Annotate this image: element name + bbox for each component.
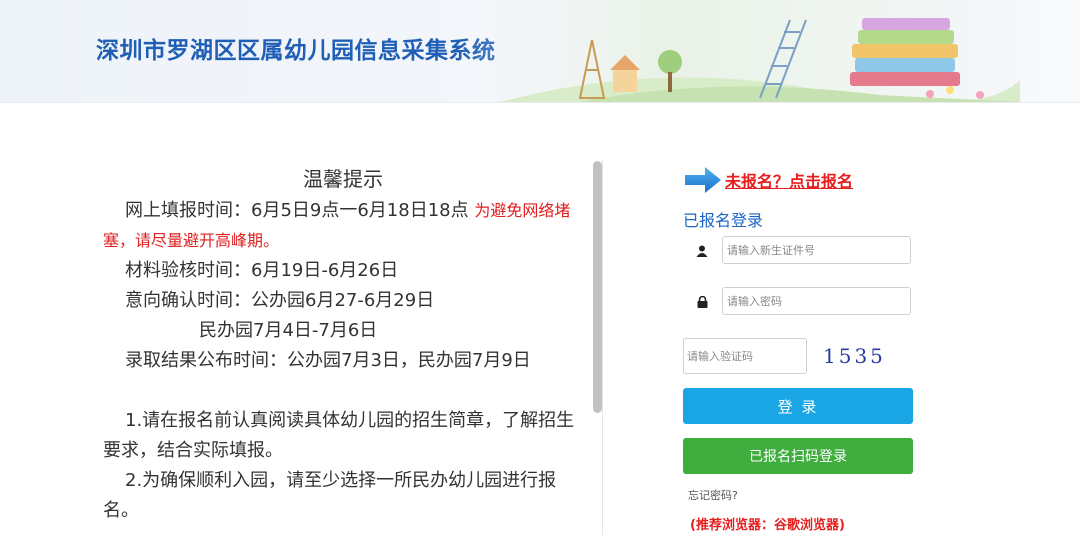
notice-scrollbar[interactable] (593, 161, 602, 413)
banner-illustration (460, 0, 1020, 102)
site-title: 深圳市罗湖区区属幼儿园信息采集系统 (96, 38, 496, 64)
arrow-right-icon (685, 167, 721, 193)
lock-icon (683, 287, 721, 317)
panel-divider (602, 160, 603, 535)
review-time: 材料验核时间：6月19日-6月26日 (125, 260, 399, 281)
qr-login-button[interactable]: 已报名扫码登录 (683, 438, 913, 474)
captcha-input[interactable] (683, 338, 807, 374)
browser-recommendation: (推荐浏览器：谷歌浏览器) (690, 518, 845, 533)
fill-time: 网上填报时间：6月5日9点一6月18日18点 (125, 200, 469, 221)
forgot-password-link[interactable]: 忘记密码? (688, 487, 738, 503)
tip-2: 2.为确保顺利入园，请至少选择一所民办幼儿园进行报名。 (103, 470, 557, 521)
id-number-input[interactable] (722, 236, 911, 264)
notice-title: 温馨提示 (303, 167, 383, 191)
password-input[interactable] (722, 287, 911, 315)
confirm-time: 意向确认时间：公办园6月27-6月29日 (125, 290, 435, 311)
login-heading: 已报名登录 (683, 211, 764, 230)
id-field-row (683, 236, 913, 266)
tip-1: 1.请在报名前认真阅读具体幼儿园的招生简章，了解招生要求，结合实际填报。 (103, 410, 575, 461)
signup-link[interactable]: 未报名？点击报名 (725, 168, 853, 192)
login-button[interactable]: 登 录 (683, 388, 913, 424)
fill-time-text: 网上填报时间：6月5日9点一6月18日18点 为避免网络堵塞，请尽量避开高峰期。 (103, 196, 583, 256)
header-banner: 深圳市罗湖区区属幼儿园信息采集系统 (0, 0, 1080, 103)
user-icon (683, 236, 721, 266)
confirm-time-private: 民办园7月4日-7月6日 (199, 320, 378, 341)
notice-panel: 温馨提示 网上填报时间：6月5日9点一6月18日18点 为避免网络堵塞，请尽量避… (103, 160, 583, 553)
captcha-image[interactable]: 1535 (823, 342, 893, 370)
password-field-row (683, 287, 913, 317)
result-time: 录取结果公布时间：公办园7月3日，民办园7月9日 (125, 350, 531, 371)
